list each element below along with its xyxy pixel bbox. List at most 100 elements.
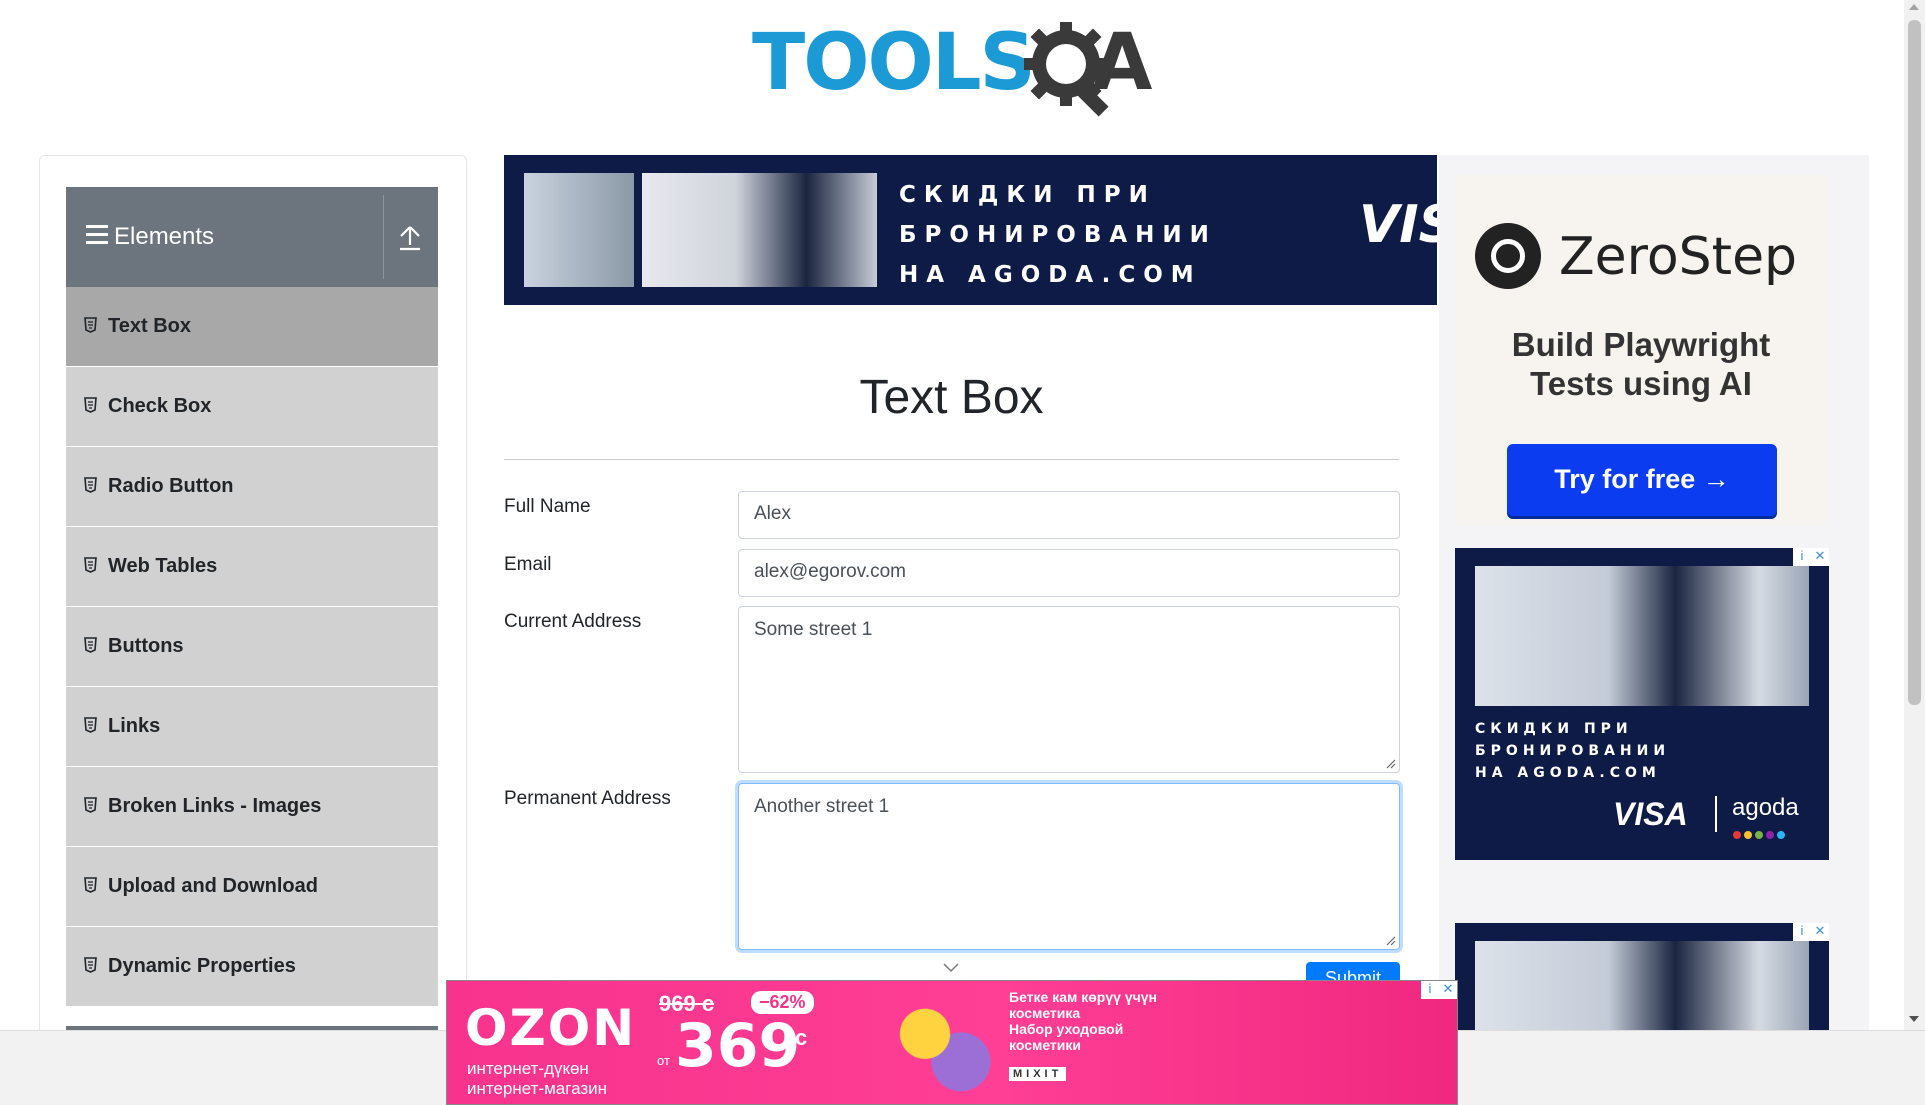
email-input[interactable]: alex@egorov.com — [738, 549, 1400, 597]
sidebar-item-buttons[interactable]: Buttons — [66, 607, 438, 687]
full-name-label: Full Name — [504, 496, 591, 517]
page-scrollbar[interactable] — [1904, 0, 1925, 1030]
resize-grip-icon[interactable] — [1386, 936, 1396, 946]
visa-logo: VIS — [1359, 195, 1437, 255]
sidebar-item-text-box[interactable]: Text Box — [66, 287, 438, 367]
resize-grip-icon[interactable] — [1386, 759, 1396, 769]
agoda-side-ad[interactable]: СКИДКИ ПРИ БРОНИРОВАНИИ НА AGODA.COM VIS… — [1455, 548, 1829, 860]
zerostep-name: ZeroStep — [1559, 227, 1798, 287]
right-ad-column: ZeroStep Build Playwright Tests using AI… — [1439, 155, 1869, 1035]
ad-photo — [1475, 941, 1809, 1035]
chevron-down-icon — [943, 963, 959, 973]
ad-info-icon[interactable]: i — [1793, 548, 1811, 563]
page-title: Text Box — [859, 371, 1044, 424]
permanent-address-textarea[interactable]: Another street 1 — [738, 783, 1400, 950]
header-divider — [383, 195, 384, 279]
agoda-side-ad-2[interactable]: i ✕ — [1455, 923, 1829, 1035]
ad-close-icon[interactable]: ✕ — [1439, 981, 1457, 997]
ozon-bottom-ad[interactable]: OZON интернет-дүкөн интернет-магазин 969… — [446, 980, 1458, 1105]
permanent-address-label: Permanent Address — [504, 788, 671, 809]
elements-group-header[interactable]: Elements — [66, 187, 438, 287]
sidebar-item-dynamic-properties[interactable]: Dynamic Properties — [66, 927, 438, 1007]
scroll-thumb[interactable] — [1908, 20, 1921, 705]
elements-menu: Text Box Check Box Radio Button Web Tabl… — [66, 287, 438, 1007]
ad-line: НА AGODA.COM — [1475, 765, 1661, 781]
html5-icon — [84, 557, 97, 573]
sidebar-item-links[interactable]: Links — [66, 687, 438, 767]
sidebar-item-radio-button[interactable]: Radio Button — [66, 447, 438, 527]
full-name-value: Alex — [754, 503, 791, 524]
sidebar-item-label: Web Tables — [108, 555, 218, 577]
ad-line: СКИДКИ ПРИ — [899, 182, 1156, 208]
ad-controls: i ✕ — [1421, 981, 1457, 999]
desc-line: Бетке кам көрүү үчүн — [1009, 989, 1157, 1005]
toolsqa-logo[interactable]: TOOLS A — [752, 18, 1162, 117]
sidebar-item-label: Dynamic Properties — [108, 955, 296, 977]
tagline-line: Tests using AI — [1530, 365, 1752, 402]
full-name-input[interactable]: Alex — [738, 491, 1400, 539]
ad-info-icon[interactable]: i — [1421, 981, 1439, 996]
zerostep-ad[interactable]: ZeroStep Build Playwright Tests using AI… — [1455, 175, 1827, 525]
sidebar-item-label: Broken Links - Images — [108, 795, 322, 817]
sidebar-item-label: Buttons — [108, 635, 184, 657]
logo-text: TOOLS — [752, 18, 1036, 108]
agoda-logo: agoda — [1732, 794, 1799, 821]
desc-line: косметики — [1009, 1037, 1082, 1053]
tagline-line: Build Playwright — [1511, 326, 1771, 363]
ozon-subtitle: интернет-дүкөн интернет-магазин — [467, 1059, 607, 1099]
logo-separator — [1715, 796, 1717, 832]
permanent-address-value: Another street 1 — [754, 796, 890, 817]
desc-line: косметика — [1009, 1005, 1081, 1021]
ad-line: НА AGODA.COM — [899, 262, 1202, 288]
price-from: от — [657, 1053, 670, 1068]
html5-icon — [84, 877, 97, 893]
scroll-down-icon[interactable] — [1909, 1016, 1919, 1022]
ad-line: БРОНИРОВАНИИ — [899, 222, 1217, 248]
currency: с — [795, 1025, 808, 1050]
ozon-sub-line: интернет-магазин — [467, 1079, 608, 1098]
hamburger-icon — [86, 225, 108, 244]
html5-icon — [84, 477, 97, 493]
sidebar-item-check-box[interactable]: Check Box — [66, 367, 438, 447]
html5-icon — [84, 717, 97, 733]
top-banner-ad[interactable]: СКИДКИ ПРИ БРОНИРОВАНИИ НА AGODA.COM VIS — [504, 155, 1437, 305]
price: 369 — [675, 1011, 801, 1081]
ad-close-icon[interactable]: ✕ — [1811, 548, 1829, 564]
visa-logo: VISA — [1613, 796, 1688, 832]
ad-info-icon[interactable]: i — [1793, 923, 1811, 938]
current-address-value: Some street 1 — [754, 619, 873, 640]
sidebar-item-label: Radio Button — [108, 475, 234, 497]
html5-icon — [84, 397, 97, 413]
logo-a: A — [1092, 18, 1153, 108]
mixit-badge: MIXIT — [1009, 1067, 1067, 1081]
html5-icon — [84, 637, 97, 653]
try-for-free-button[interactable]: Try for free → — [1507, 444, 1777, 516]
html5-icon — [84, 317, 97, 333]
sidebar-item-upload-download[interactable]: Upload and Download — [66, 847, 438, 927]
scroll-up-icon[interactable] — [1909, 4, 1919, 10]
ad-photo — [1475, 566, 1809, 706]
agoda-dots-icon — [1733, 826, 1788, 844]
ozon-sub-line: интернет-дүкөн — [467, 1059, 589, 1078]
html5-icon — [84, 797, 97, 813]
title-divider — [504, 459, 1399, 460]
ad-photo — [524, 173, 634, 287]
html5-icon — [84, 957, 97, 973]
group-title: Elements — [114, 223, 215, 250]
sidebar-item-label: Upload and Download — [108, 875, 318, 897]
zerostep-logo-icon — [1475, 223, 1541, 289]
email-label: Email — [504, 554, 552, 575]
zerostep-tagline: Build Playwright Tests using AI — [1455, 325, 1827, 403]
collapse-up-icon[interactable] — [396, 223, 424, 253]
ad-controls: i ✕ — [1793, 923, 1829, 941]
ad-text: СКИДКИ ПРИ БРОНИРОВАНИИ НА AGODA.COM — [1475, 718, 1670, 784]
ad-close-icon[interactable]: ✕ — [1811, 923, 1829, 939]
sidebar-item-label: Check Box — [108, 395, 212, 417]
current-address-textarea[interactable]: Some street 1 — [738, 606, 1400, 773]
desc-line: Набор уходовой — [1009, 1021, 1124, 1037]
ad-text: СКИДКИ ПРИ БРОНИРОВАНИИ НА AGODA.COM — [899, 175, 1217, 295]
product-image — [877, 989, 997, 1101]
sidebar-item-broken-links[interactable]: Broken Links - Images — [66, 767, 438, 847]
ad-photo — [642, 173, 877, 287]
sidebar-item-web-tables[interactable]: Web Tables — [66, 527, 438, 607]
